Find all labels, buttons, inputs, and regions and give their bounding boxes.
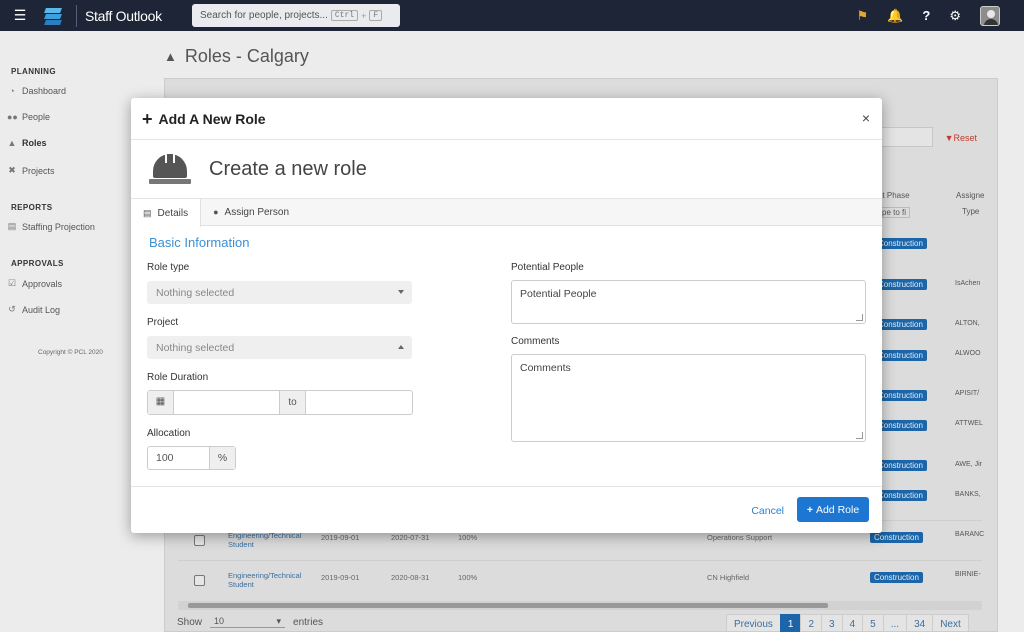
close-icon[interactable]: × [862, 110, 870, 126]
tab-details[interactable]: ▤ Details [131, 199, 202, 227]
tab-label: Assign Person [224, 206, 290, 218]
chevron-down-icon [398, 290, 404, 294]
cancel-button[interactable]: Cancel [751, 505, 784, 517]
potential-people-placeholder: Potential People [520, 288, 597, 300]
modal-hero: Create a new role [131, 140, 882, 199]
project-value: Nothing selected [156, 342, 235, 354]
add-role-button[interactable]: + Add Role [797, 497, 869, 522]
id-card-icon: ▤ [143, 207, 152, 218]
comments-textarea[interactable]: Comments [511, 354, 866, 442]
role-type-value: Nothing selected [156, 287, 235, 299]
role-type-select[interactable]: Nothing selected [147, 281, 412, 304]
role-duration-label: Role Duration [147, 372, 209, 383]
plus-icon: + [142, 108, 153, 129]
comments-placeholder: Comments [520, 362, 571, 374]
tab-assign-person[interactable]: ● Assign Person [201, 199, 301, 225]
modal-title: Add A New Role [158, 110, 266, 127]
resize-grip[interactable] [856, 314, 863, 321]
range-to-label: to [280, 391, 306, 414]
user-icon: ● [213, 207, 219, 217]
plus-icon: + [806, 503, 813, 516]
end-date-input[interactable] [306, 391, 412, 414]
chevron-up-icon [398, 345, 404, 349]
allocation-label: Allocation [147, 428, 191, 439]
modal-footer: Cancel + Add Role [131, 486, 882, 533]
add-role-label: Add Role [815, 503, 860, 516]
add-role-modal: + Add A New Role × Create a new role ▤ D… [131, 98, 882, 533]
section-title: Basic Information [149, 235, 250, 250]
comments-label: Comments [511, 336, 560, 347]
role-type-label: Role type [147, 262, 190, 273]
start-date-input[interactable] [174, 391, 280, 414]
modal-tabs: ▤ Details ● Assign Person [131, 199, 882, 227]
hardhat-icon [149, 154, 191, 184]
calendar-icon[interactable]: ▦ [148, 391, 174, 414]
resize-grip[interactable] [856, 432, 863, 439]
project-label: Project [147, 317, 179, 328]
allocation-input-group: 100 % [147, 446, 236, 470]
potential-people-label: Potential People [511, 262, 584, 273]
allocation-input[interactable]: 100 [148, 447, 210, 469]
modal-header: + Add A New Role [131, 98, 882, 140]
hero-title: Create a new role [209, 157, 367, 180]
tab-label: Details [157, 207, 189, 219]
percent-addon: % [210, 447, 235, 469]
potential-people-textarea[interactable]: Potential People [511, 280, 866, 324]
project-select[interactable]: Nothing selected [147, 336, 412, 359]
role-duration-range: ▦ to [147, 390, 413, 415]
